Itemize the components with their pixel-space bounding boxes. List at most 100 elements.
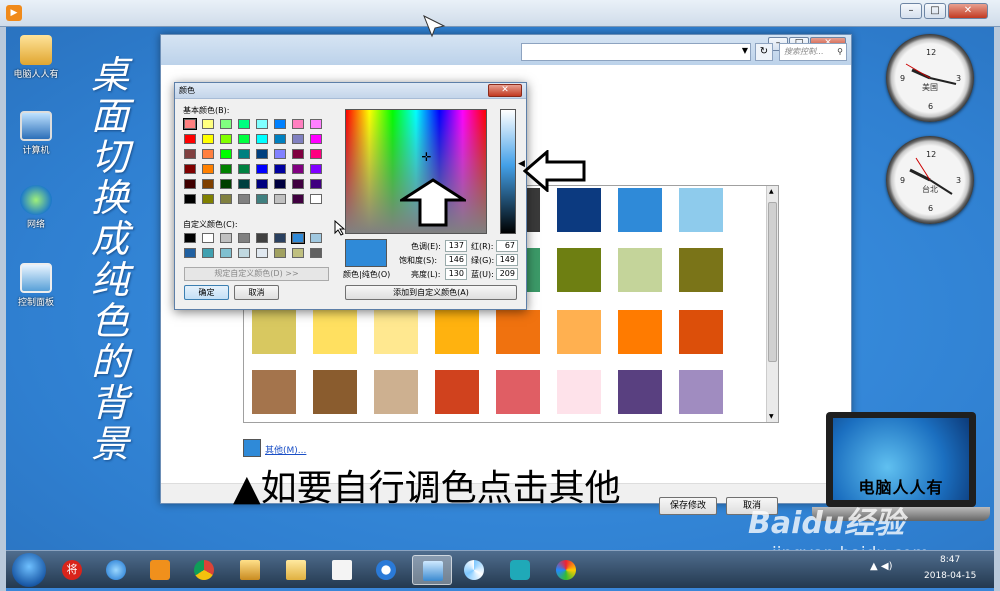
desktop-icon-control-panel[interactable]: 控制面板 bbox=[6, 263, 66, 308]
custom-color-cell[interactable] bbox=[274, 248, 286, 258]
basic-color-cell[interactable] bbox=[310, 179, 322, 189]
desktop-icon-network[interactable]: 网络 bbox=[6, 185, 66, 230]
custom-color-cell[interactable] bbox=[202, 233, 214, 243]
basic-color-cell[interactable] bbox=[274, 194, 286, 204]
basic-color-cell[interactable] bbox=[256, 119, 268, 129]
basic-color-cell[interactable] bbox=[256, 164, 268, 174]
taskbar-app-paint[interactable] bbox=[550, 555, 582, 585]
saturation-field[interactable]: 146 bbox=[445, 254, 467, 266]
color-swatch[interactable] bbox=[618, 248, 662, 292]
basic-color-cell[interactable] bbox=[238, 134, 250, 144]
basic-color-cell[interactable] bbox=[220, 149, 232, 159]
color-swatch[interactable] bbox=[679, 188, 723, 232]
color-swatch[interactable] bbox=[679, 370, 723, 414]
basic-color-cell[interactable] bbox=[256, 179, 268, 189]
basic-color-cell[interactable] bbox=[220, 179, 232, 189]
taskbar-app-document[interactable] bbox=[326, 555, 358, 585]
desktop-icon-computer[interactable]: 计算机 bbox=[6, 111, 66, 156]
basic-color-cell[interactable] bbox=[184, 179, 196, 189]
minimize-button[interactable]: – bbox=[900, 3, 922, 19]
basic-color-cell[interactable] bbox=[292, 179, 304, 189]
current-color-swatch[interactable] bbox=[243, 439, 261, 457]
basic-color-cell[interactable] bbox=[274, 119, 286, 129]
basic-color-cell[interactable] bbox=[220, 164, 232, 174]
clock-gadget[interactable]: 12 3 6 9 美国 bbox=[886, 34, 974, 122]
custom-color-cell[interactable] bbox=[310, 248, 322, 258]
basic-color-cell[interactable] bbox=[202, 179, 214, 189]
maximize-button[interactable]: □ bbox=[924, 3, 946, 19]
basic-color-cell[interactable] bbox=[274, 149, 286, 159]
save-changes-button[interactable]: 保存修改 bbox=[659, 497, 717, 515]
custom-color-cell[interactable] bbox=[274, 233, 286, 243]
basic-color-cell[interactable] bbox=[220, 134, 232, 144]
luminance-field[interactable]: 130 bbox=[445, 268, 467, 280]
basic-color-cell[interactable] bbox=[183, 118, 197, 130]
taskbar-app-folder[interactable] bbox=[280, 555, 312, 585]
taskbar-app-pinwheel[interactable] bbox=[458, 555, 490, 585]
start-button[interactable] bbox=[12, 553, 46, 587]
basic-color-cell[interactable] bbox=[238, 194, 250, 204]
custom-color-cell[interactable] bbox=[184, 248, 196, 258]
scroll-down-icon[interactable]: ▼ bbox=[769, 413, 774, 420]
scroll-up-icon[interactable]: ▲ bbox=[769, 188, 774, 195]
taskbar-app-chrome[interactable] bbox=[188, 555, 220, 585]
cancel-button[interactable]: 取消 bbox=[234, 285, 279, 300]
taskbar-date[interactable]: 2018-04-15 bbox=[924, 571, 976, 581]
basic-color-cell[interactable] bbox=[220, 194, 232, 204]
close-button[interactable]: ✕ bbox=[948, 3, 988, 19]
taskbar-app-media[interactable] bbox=[144, 555, 176, 585]
basic-color-cell[interactable] bbox=[274, 164, 286, 174]
ok-button[interactable]: 确定 bbox=[184, 285, 229, 300]
color-swatch[interactable] bbox=[313, 370, 357, 414]
color-swatch[interactable] bbox=[557, 188, 601, 232]
basic-color-cell[interactable] bbox=[238, 119, 250, 129]
color-swatch[interactable] bbox=[618, 188, 662, 232]
address-bar[interactable]: ▼ bbox=[521, 43, 751, 61]
basic-color-cell[interactable] bbox=[202, 119, 214, 129]
basic-color-cell[interactable] bbox=[238, 149, 250, 159]
basic-color-cell[interactable] bbox=[202, 149, 214, 159]
basic-color-cell[interactable] bbox=[202, 164, 214, 174]
clock-gadget[interactable]: 12 3 6 9 台北 bbox=[886, 136, 974, 224]
custom-color-cell[interactable] bbox=[291, 232, 305, 244]
taskbar-app-browser[interactable] bbox=[370, 555, 402, 585]
taskbar-app-display-settings[interactable] bbox=[412, 555, 452, 585]
basic-color-cell[interactable] bbox=[292, 194, 304, 204]
color-swatch[interactable] bbox=[496, 370, 540, 414]
color-swatch[interactable] bbox=[435, 310, 479, 354]
custom-color-cell[interactable] bbox=[310, 233, 322, 243]
taskbar-app-jiang[interactable]: 将 bbox=[56, 555, 88, 585]
basic-color-cell[interactable] bbox=[256, 194, 268, 204]
basic-color-cell[interactable] bbox=[184, 149, 196, 159]
basic-color-cell[interactable] bbox=[202, 194, 214, 204]
show-hidden-icons-icon[interactable]: ▲ bbox=[870, 561, 878, 572]
search-input[interactable]: 搜索控制... ⚲ bbox=[779, 43, 847, 61]
basic-color-cell[interactable] bbox=[274, 134, 286, 144]
basic-color-cell[interactable] bbox=[202, 134, 214, 144]
red-field[interactable]: 67 bbox=[496, 240, 518, 252]
basic-color-cell[interactable] bbox=[238, 179, 250, 189]
basic-color-cell[interactable] bbox=[238, 164, 250, 174]
color-swatch[interactable] bbox=[679, 248, 723, 292]
color-swatch[interactable] bbox=[435, 370, 479, 414]
custom-color-cell[interactable] bbox=[184, 233, 196, 243]
basic-color-cell[interactable] bbox=[184, 164, 196, 174]
custom-color-cell[interactable] bbox=[220, 248, 232, 258]
volume-icon[interactable]: ◀) bbox=[881, 561, 893, 572]
color-swatch[interactable] bbox=[557, 248, 601, 292]
basic-color-cell[interactable] bbox=[274, 179, 286, 189]
color-swatch[interactable] bbox=[374, 310, 418, 354]
custom-color-cell[interactable] bbox=[202, 248, 214, 258]
color-swatch[interactable] bbox=[557, 370, 601, 414]
player-app-icon[interactable]: ▶ bbox=[6, 5, 22, 21]
blue-field[interactable]: 209 bbox=[496, 268, 518, 280]
basic-color-cell[interactable] bbox=[184, 134, 196, 144]
custom-color-cell[interactable] bbox=[292, 248, 304, 258]
basic-color-cell[interactable] bbox=[220, 119, 232, 129]
basic-color-cell[interactable] bbox=[310, 134, 322, 144]
custom-color-cell[interactable] bbox=[238, 233, 250, 243]
system-tray[interactable]: ▲ ◀) bbox=[870, 561, 892, 572]
basic-color-cell[interactable] bbox=[310, 119, 322, 129]
color-swatch[interactable] bbox=[557, 310, 601, 354]
basic-color-cell[interactable] bbox=[292, 149, 304, 159]
